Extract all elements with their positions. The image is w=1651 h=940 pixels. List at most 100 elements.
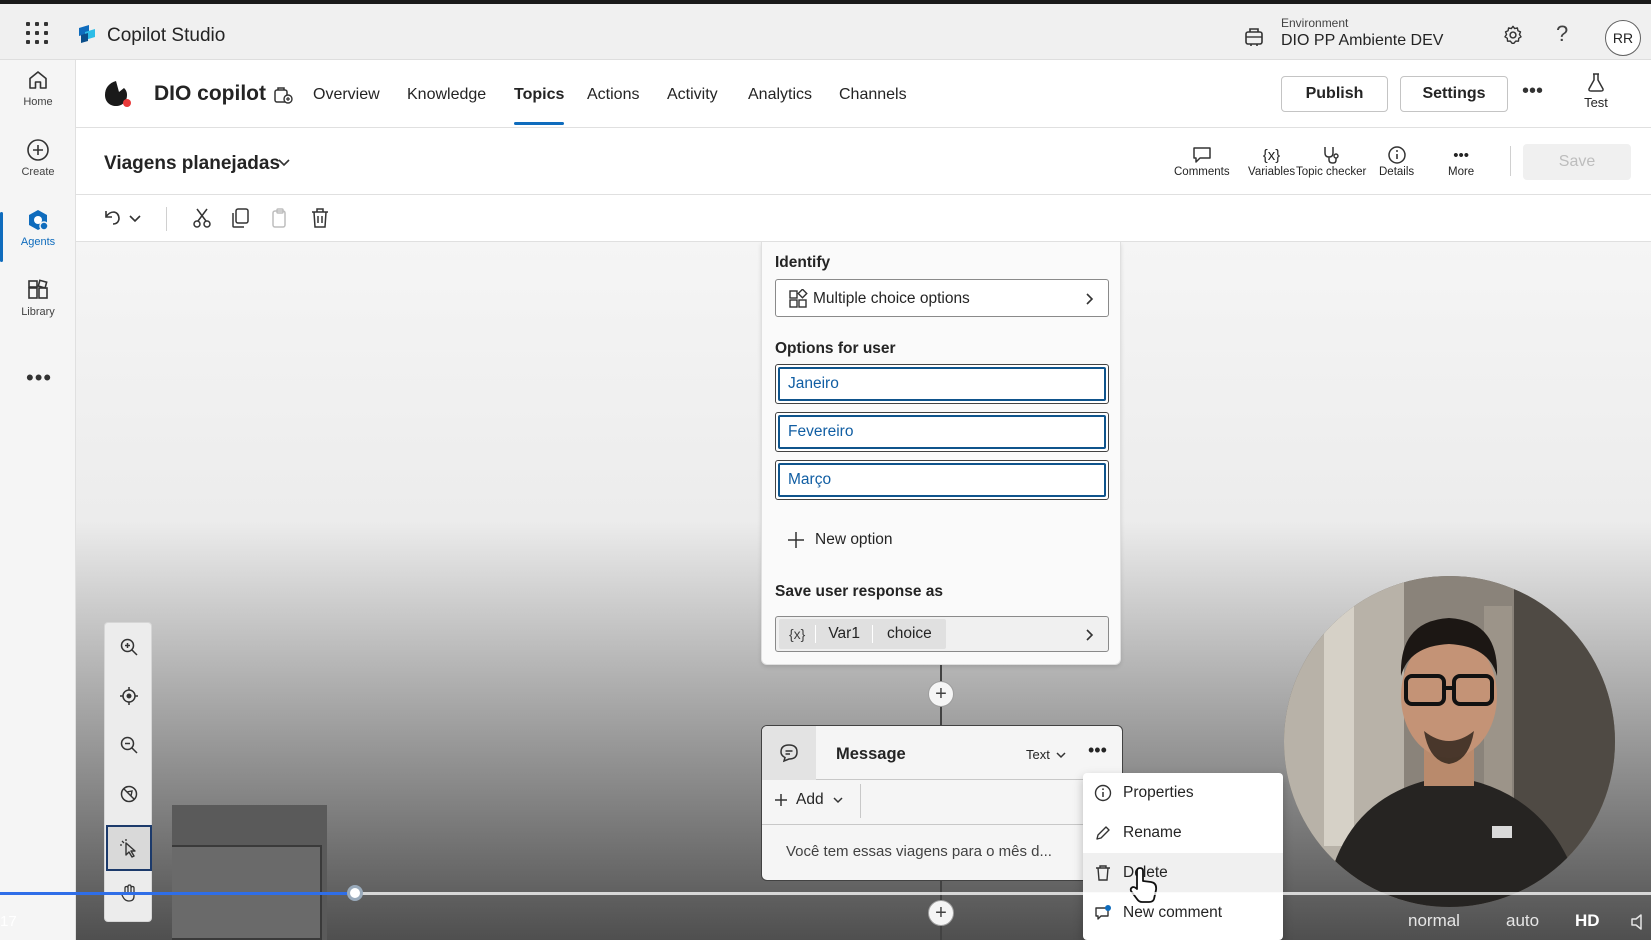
plus-icon	[788, 532, 804, 548]
option-input[interactable]: Janeiro	[775, 364, 1109, 404]
comment-icon	[1193, 147, 1211, 163]
topic-checker-button[interactable]: Topic checker	[1296, 144, 1366, 178]
publish-button[interactable]: Publish	[1281, 76, 1388, 112]
save-response-selector[interactable]: {x} Var1 choice	[775, 616, 1109, 652]
top-bar: Copilot Studio Environment DIO PP Ambien…	[0, 4, 1651, 60]
identify-selector[interactable]: Multiple choice options	[775, 279, 1109, 317]
node-more-icon[interactable]: •••	[1088, 740, 1107, 761]
chevron-down-icon[interactable]	[128, 211, 142, 225]
message-type-label: Text	[1026, 747, 1050, 762]
option-value[interactable]: Janeiro	[778, 367, 1106, 401]
pencil-icon	[1096, 826, 1110, 840]
video-time: 17	[0, 913, 17, 930]
chevron-down-icon[interactable]	[276, 154, 292, 170]
plus-circle-icon	[27, 139, 49, 161]
environment-icon[interactable]	[1243, 26, 1265, 48]
tab-actions[interactable]: Actions	[587, 86, 639, 104]
test-button[interactable]: Test	[1576, 72, 1616, 110]
settings-button[interactable]: Settings	[1400, 76, 1508, 112]
rail-item-label: Create	[21, 166, 55, 178]
minimap-toggle-icon[interactable]	[117, 782, 141, 806]
options-label: Options for user	[775, 340, 896, 357]
delete-icon[interactable]	[310, 207, 330, 229]
tab-channels[interactable]: Channels	[839, 86, 907, 104]
canvas-minimap[interactable]	[172, 805, 327, 940]
message-node-card[interactable]: Message Text ••• Add Você tem essas viag…	[761, 725, 1123, 881]
rail-item-agents[interactable]: Agents	[0, 208, 76, 270]
comments-button[interactable]: Comments	[1174, 144, 1230, 178]
message-text[interactable]: Você tem essas viagens para o mês d...	[786, 843, 1052, 860]
divider	[166, 207, 167, 231]
select-mode-icon[interactable]	[106, 825, 152, 871]
comment-add-icon	[1095, 905, 1111, 920]
question-node-card: Identify Multiple choice options Options…	[761, 242, 1121, 665]
variable-icon: {x}	[789, 626, 806, 642]
variable-chip[interactable]: {x} Var1 choice	[779, 619, 946, 649]
variables-button[interactable]: {x} Variables	[1248, 144, 1295, 179]
playback-speed[interactable]: normal	[1408, 911, 1460, 931]
divider	[860, 784, 861, 818]
copy-icon[interactable]	[230, 207, 250, 229]
left-navigation-rail: Home Create Agents Library •••	[0, 60, 76, 940]
zoom-out-icon[interactable]	[117, 733, 141, 757]
quality-setting[interactable]: auto	[1506, 911, 1539, 931]
rail-item-create[interactable]: Create	[0, 138, 76, 200]
avatar[interactable]: RR	[1605, 20, 1641, 56]
agent-name: DIO copilot	[154, 82, 266, 105]
more-button[interactable]: ••• More	[1448, 144, 1475, 179]
app-launcher-icon[interactable]	[26, 22, 48, 44]
save-button[interactable]: Save	[1523, 144, 1631, 180]
identify-label: Identify	[775, 254, 831, 271]
rail-item-library[interactable]: Library	[0, 278, 76, 340]
cut-icon[interactable]	[192, 207, 212, 229]
home-icon	[29, 71, 47, 89]
plus-icon	[775, 794, 787, 806]
recenter-icon[interactable]	[117, 684, 141, 708]
new-option-button[interactable]: New option	[787, 531, 893, 549]
copilot-studio-logo	[79, 25, 95, 43]
tab-topics[interactable]: Topics	[514, 86, 565, 125]
presenter-webcam-overlay	[1284, 576, 1615, 907]
option-input[interactable]: Fevereiro	[775, 412, 1109, 452]
topic-checker-label: Topic checker	[1296, 166, 1367, 178]
help-icon[interactable]: ?	[1556, 21, 1568, 47]
divider	[1510, 146, 1511, 176]
tab-activity[interactable]: Activity	[667, 86, 718, 104]
presenter-image	[1284, 576, 1615, 907]
agent-settings-icon[interactable]	[272, 84, 294, 106]
undo-icon[interactable]	[102, 207, 122, 227]
message-node-title: Message	[836, 745, 906, 763]
gear-icon[interactable]	[1502, 24, 1524, 46]
more-label: More	[1448, 166, 1475, 178]
menu-item-new-comment[interactable]: New comment	[1083, 893, 1283, 933]
zoom-in-icon[interactable]	[117, 635, 141, 659]
add-node-button[interactable]: +	[928, 681, 954, 707]
details-button[interactable]: Details	[1379, 144, 1414, 178]
menu-item-delete[interactable]: Delete	[1083, 853, 1283, 893]
tab-analytics[interactable]: Analytics	[748, 86, 812, 104]
hd-badge[interactable]: HD	[1575, 911, 1600, 931]
volume-icon[interactable]	[1630, 912, 1650, 932]
chevron-down-icon	[1056, 751, 1066, 758]
message-type-dropdown[interactable]: Text	[1026, 747, 1067, 762]
option-value[interactable]: Março	[778, 463, 1106, 497]
tab-knowledge[interactable]: Knowledge	[407, 86, 486, 104]
add-button[interactable]: Add	[774, 791, 844, 809]
tab-overview[interactable]: Overview	[313, 86, 380, 104]
more-icon[interactable]: •••	[26, 365, 52, 391]
option-value[interactable]: Fevereiro	[778, 415, 1106, 449]
more-options-icon[interactable]: •••	[1522, 80, 1543, 103]
rail-item-home[interactable]: Home	[0, 68, 76, 130]
menu-item-properties[interactable]: Properties	[1083, 773, 1283, 813]
option-input[interactable]: Março	[775, 460, 1109, 500]
app-name: Copilot Studio	[107, 25, 226, 46]
topic-name[interactable]: Viagens planejadas	[104, 153, 280, 175]
paste-icon[interactable]	[270, 207, 290, 229]
hand-cursor-icon	[1129, 867, 1158, 903]
video-progress-handle[interactable]	[347, 885, 363, 901]
video-progress-fill	[0, 892, 355, 895]
stethoscope-icon	[1324, 147, 1339, 164]
menu-item-rename[interactable]: Rename	[1083, 813, 1283, 853]
environment-name[interactable]: DIO PP Ambiente DEV	[1281, 32, 1443, 50]
add-node-button[interactable]: +	[928, 900, 954, 926]
